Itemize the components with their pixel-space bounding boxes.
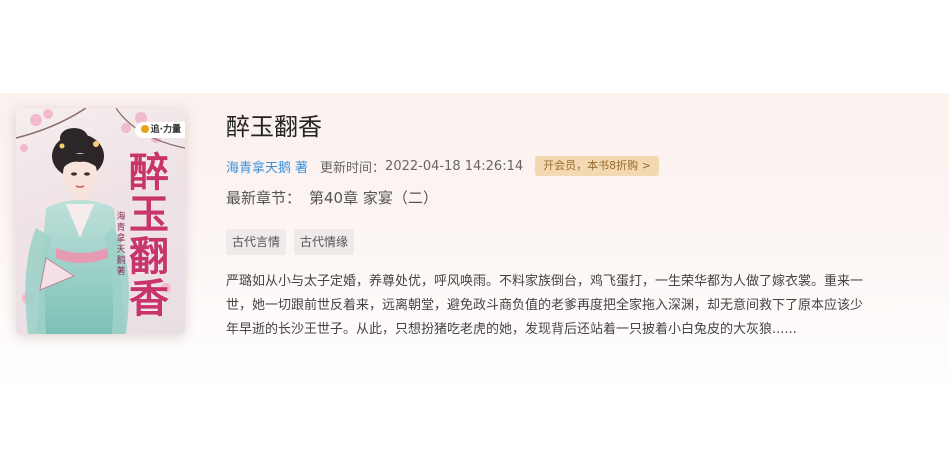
book-detail-page: 追·力量 醉玉翻香 海青拿天鹅著 醉玉翻香 海青拿天鹅 著 更新时间： 2022… — [0, 0, 949, 474]
update-time-value: 2022-04-18 14:26:14 — [385, 158, 524, 174]
latest-chapter-label: 最新章节： — [226, 189, 302, 207]
cover-author-art: 海青拿天鹅著 — [116, 212, 126, 277]
update-time-label: 更新时间： — [320, 160, 386, 176]
latest-chapter-row: 最新章节： 第40章 家宴（二） — [226, 187, 438, 209]
tag-item[interactable]: 古代情缘 — [294, 229, 355, 255]
author-suffix: 著 — [295, 160, 309, 176]
book-cover[interactable]: 追·力量 醉玉翻香 海青拿天鹅著 — [16, 108, 185, 334]
author-link[interactable]: 海青拿天鹅 — [226, 157, 291, 176]
cover-brand-text: 追·力量 — [150, 125, 181, 135]
vip-discount-button[interactable]: 开会员，本书8折购 > — [535, 156, 659, 176]
latest-chapter-link[interactable]: 第40章 家宴（二） — [309, 189, 438, 207]
tag-list: 古代言情 古代情缘 — [226, 229, 355, 255]
book-title: 醉玉翻香 — [226, 113, 322, 141]
tag-item[interactable]: 古代言情 — [226, 229, 287, 255]
book-meta-row: 海青拿天鹅 著 更新时间： 2022-04-18 14:26:14 开会员，本书… — [226, 155, 659, 177]
cover-title-art: 醉玉翻香 — [129, 149, 169, 322]
cover-brand-badge: 追·力量 — [134, 122, 185, 138]
book-intro: 严璐如从小与太子定婚，养尊处优，呼风唤雨。不料家族倒台，鸡飞蛋打，一生荣华都为人… — [226, 274, 864, 337]
brand-logo-icon — [140, 125, 149, 133]
